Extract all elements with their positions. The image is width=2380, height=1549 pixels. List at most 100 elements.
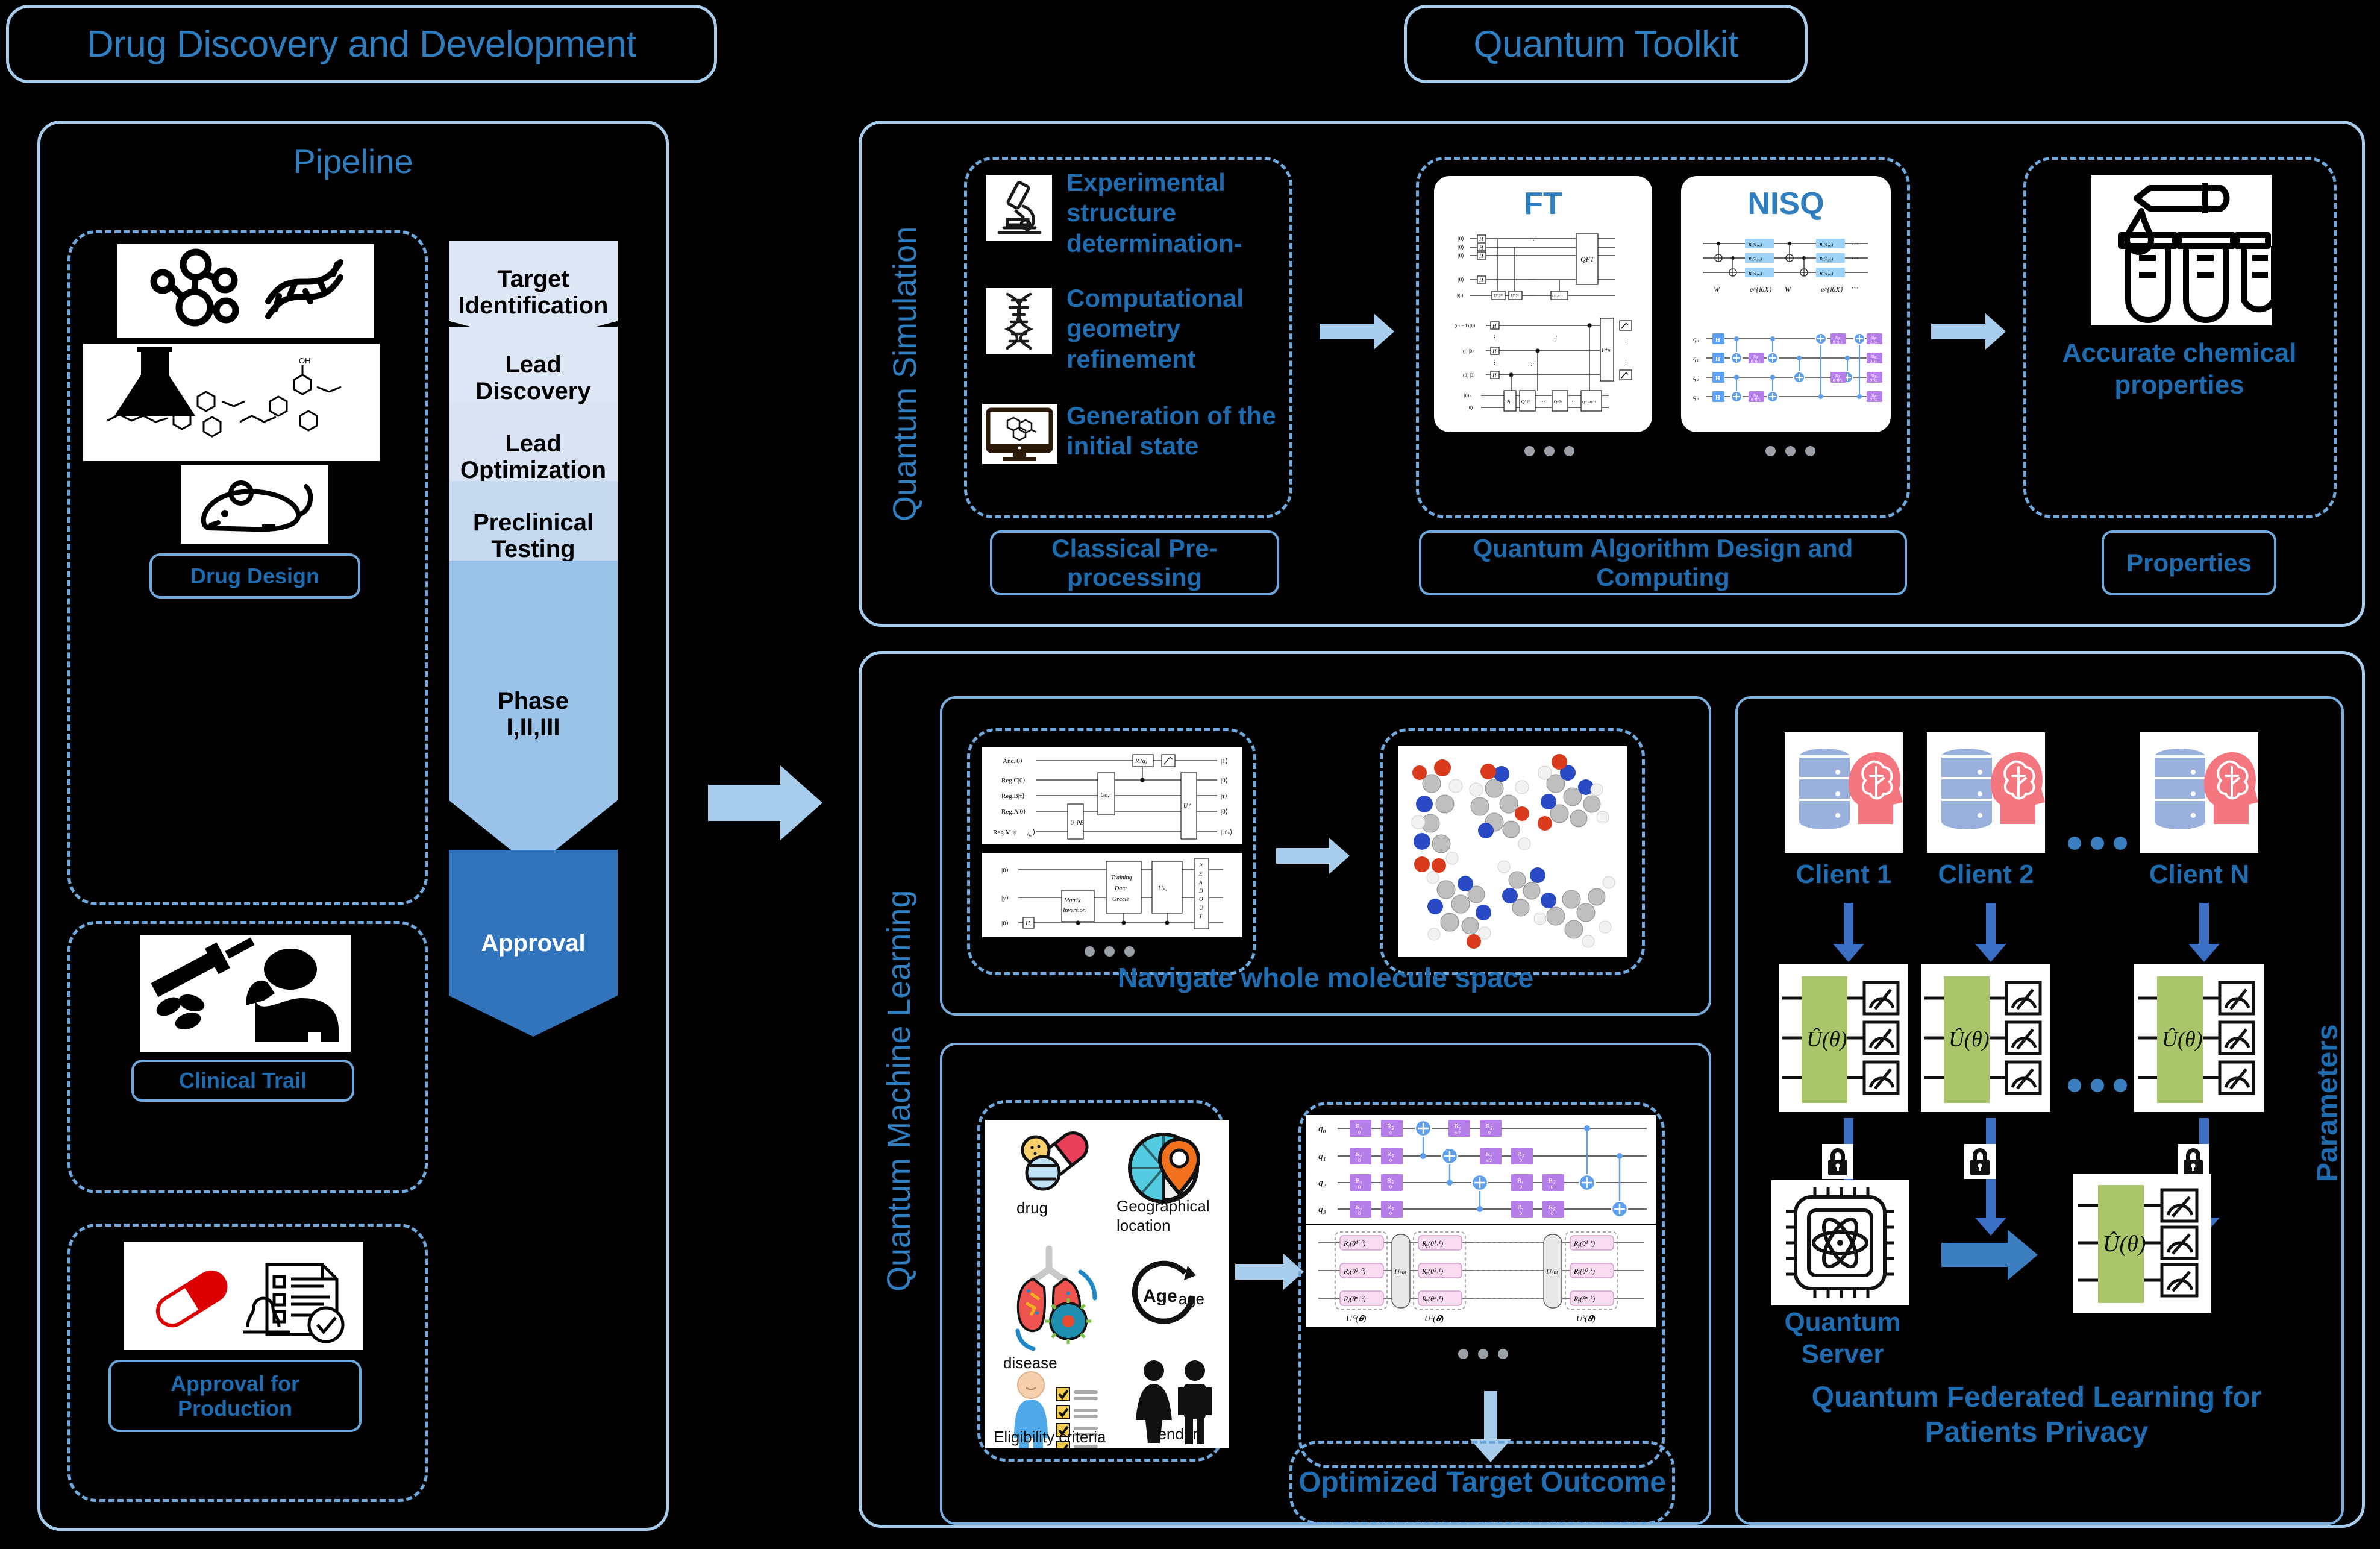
client-label-1: Client 1 [1796,859,1892,889]
svg-text:|0⟩: |0⟩ [1458,253,1464,259]
svg-text:0.785: 0.785 [1833,340,1843,345]
svg-text:e^{iθX}: e^{iθX} [1821,285,1843,294]
client-label-2: Client 2 [1938,859,2034,889]
stage-approval[interactable]: Approval [449,850,618,1037]
svg-text:Reg.A|0⟩: Reg.A|0⟩ [1001,808,1026,815]
svg-text:|0⟩: |0⟩ [1458,277,1464,283]
properties-text: Accurate chemical properties [2062,338,2297,400]
classical-preprocessing-caption: Classical Pre-processing [990,530,1279,595]
client-n-down-arrow [2188,903,2220,962]
svg-text:Q^2ʲ: Q^2ʲ [1554,400,1562,404]
svg-text:0.785: 0.785 [1751,398,1761,403]
svg-text:U^2ⁿ⁻¹: U^2ⁿ⁻¹ [1552,295,1562,298]
svg-text:R𝓏: R𝓏 [1517,1151,1524,1158]
svg-text:Rₓ(θ₂,₁): Rₓ(θ₂,₁) [1819,256,1834,262]
svg-text:Uent: Uent [1546,1268,1558,1276]
svg-text:Ux₀: Ux₀ [1158,885,1167,892]
svg-text:R𝓏: R𝓏 [1387,1151,1394,1158]
hhl-ellipsis [1085,946,1135,957]
svg-text:R𝓏: R𝓏 [1871,374,1877,379]
svg-text:0: 0 [1389,1130,1392,1136]
svg-text:⟩: ⟩ [1033,829,1035,836]
svg-text:A: A [1198,879,1203,885]
flask-chem-structure-plate: OH [83,344,380,461]
svg-text:E: E [1198,871,1203,877]
svg-text:H: H [1479,236,1483,242]
optimized-target-outcome-box: Optimized Target Outcome [1289,1441,1675,1525]
svg-text:|y⟩: |y⟩ [1001,894,1009,902]
mouse-plate [181,465,328,544]
ft-label: FT [1524,186,1562,221]
client-circuit-1: Û(θ) [1779,964,1908,1112]
svg-text:Rᵧ: Rᵧ [1517,1177,1523,1184]
svg-text:Q^2⁰: Q^2⁰ [1521,400,1530,404]
svg-text:q₂: q₂ [1693,374,1699,382]
svg-text:Inversion: Inversion [1062,907,1086,914]
client-1-down-arrow [1833,903,1864,962]
approval-caption: Approval for Production [108,1360,362,1432]
svg-text:0: 0 [1358,1158,1361,1163]
svg-text:H: H [1715,375,1720,382]
svg-text:Rᵧ(θⁿ˒⁰): Rᵧ(θⁿ˒⁰) [1343,1295,1366,1303]
stage-label: Target Identification [458,266,609,319]
svg-text:Rᵧ: Rᵧ [1455,1123,1461,1130]
svg-text:0: 0 [1520,1158,1522,1163]
svg-text:···: ··· [1571,398,1577,404]
client-circuit-2: Û(θ) [1921,964,2050,1112]
svg-text:q₂: q₂ [1318,1178,1326,1188]
svg-text:|0⟩: |0⟩ [1001,920,1009,927]
svg-text:Reg.M|ψ: Reg.M|ψ [993,829,1016,836]
approval-plate [124,1242,363,1350]
svg-text:2.36: 2.36 [1870,379,1878,383]
svg-text:Rᵧ: Rᵧ [1356,1204,1362,1211]
properties-caption: Properties [2102,530,2276,595]
svg-text:···: ··· [1851,239,1859,248]
left-panel-title: Drug Discovery and Development [87,23,636,65]
lock-icon-1 [1822,1144,1853,1179]
svg-text:Û(θ): Û(θ) [1949,1027,1990,1051]
quantum-server-icon [1771,1180,1909,1305]
ft-algorithm-card[interactable]: FT |0⟩ |0⟩ |0⟩ |0⟩ |ψ⟩ H H H H U^2⁰ U^2¹ ··… [1434,176,1652,432]
svg-text:Eligibility criteria: Eligibility criteria [994,1428,1106,1446]
stage-label: Approval [481,930,586,957]
svg-text:Rᵧ: Rᵧ [1356,1123,1362,1130]
svg-text:Rₓ(θ₁,₁): Rₓ(θ₁,₁) [1748,242,1762,247]
nisq-algorithm-card[interactable]: NISQ Rₓ(θ₁,₁) Rₓ(θ₂,₁) Rₓ(θ₃,₁) Rₓ(θ₁,₁)… [1681,176,1891,432]
svg-text:q₀: q₀ [1318,1124,1326,1134]
svg-text:gender: gender [1149,1425,1198,1443]
svg-text:|ψ'ₛ⟩: |ψ'ₛ⟩ [1221,829,1232,836]
stage-label: Lead Discovery [475,351,591,404]
svg-text:U¹(𝜽): U¹(𝜽) [1424,1315,1444,1324]
pipeline-to-toolkit-arrow [708,765,822,840]
svg-text:Geographical: Geographical [1116,1197,1210,1215]
svg-text:R𝓏: R𝓏 [1387,1123,1394,1130]
svg-text:|0⟩: |0⟩ [1458,244,1464,250]
svg-text:R𝓏: R𝓏 [1387,1204,1394,1211]
svg-text:D: D [1198,888,1203,894]
svg-text:Age: Age [1143,1286,1177,1306]
svg-text:Rₓ(θ₃,₁): Rₓ(θ₃,₁) [1819,271,1834,276]
svg-text:Rₓ(θ₃,₁): Rₓ(θ₃,₁) [1748,271,1762,276]
svg-text:Anc.|0⟩: Anc.|0⟩ [1003,758,1022,765]
svg-text:Training: Training [1111,875,1132,881]
vqc-circuit-top: q₀ q₁ q₂ q₃ Rᵧ 0 R𝓏 0 Rᵧ 0 R𝓏 0 Rᵧ 0 R𝓏 0 [1306,1115,1656,1224]
svg-text:Uent: Uent [1394,1268,1406,1276]
left-panel-title-pill: Drug Discovery and Development [6,5,717,83]
svg-text:R𝓏: R𝓏 [1753,393,1759,398]
svg-text:OH: OH [299,356,311,365]
preprocessing-to-algorithms-arrow [1320,313,1394,350]
svg-text:0: 0 [1389,1158,1392,1163]
svg-text:disease: disease [1003,1354,1057,1372]
svg-text:Rᵧ(θ¹˒ᵏ): Rᵧ(θ¹˒ᵏ) [1573,1239,1595,1248]
svg-text:|0⟩: |0⟩ [1221,808,1228,815]
svg-text:0: 0 [1520,1211,1522,1216]
svg-text:Rᵧ(θⁿ˒ᵏ): Rᵧ(θⁿ˒ᵏ) [1573,1295,1595,1303]
svg-text:···: ··· [1540,398,1545,404]
svg-text:R𝓏: R𝓏 [1835,374,1841,379]
svg-text:Uσ,τ: Uσ,τ [1100,792,1112,799]
svg-text:q₃: q₃ [1318,1205,1326,1214]
svg-text:H: H [1492,348,1497,354]
client-2-down-arrow [1975,903,2006,962]
svg-text:U^2⁰: U^2⁰ [1494,294,1503,298]
stage-phase-i-ii-iii[interactable]: Phase I,II,III [449,561,618,868]
